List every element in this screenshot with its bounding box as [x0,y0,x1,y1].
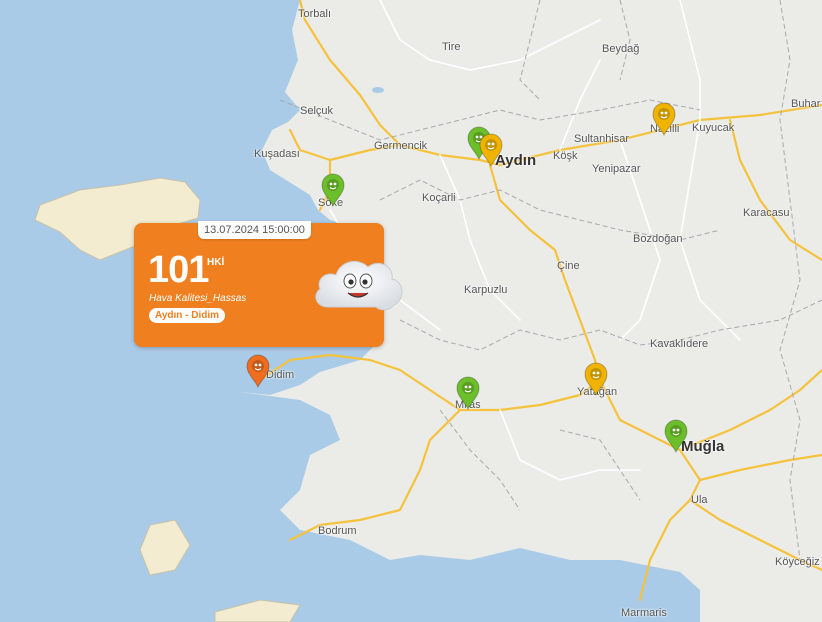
map-pin-icon [584,362,608,396]
map-view[interactable]: Torbalı Tire Beydağ Selçuk Germencik Kuş… [0,0,822,622]
place-kusadasi: Kuşadası [254,148,300,160]
popup-station-badge[interactable]: Aydın - Didim [149,308,226,323]
map-pin-icon [652,102,676,136]
place-karacasu: Karacasu [743,207,790,219]
place-kosk: Köşk [553,150,578,162]
popup-aqi-unit: HKİ [207,257,225,268]
place-marmaris: Marmaris [621,607,667,619]
lake [372,87,384,93]
popup-quality-label: Hava Kalitesi_Hassas [149,293,247,304]
place-kavaklidere: Kavaklıdere [650,338,709,350]
map-pin-icon [321,173,345,207]
place-sultanhisar: Sultanhisar [574,133,630,145]
marker-soke[interactable] [320,173,346,207]
place-ula: Ula [691,494,708,506]
place-kuyucak: Kuyucak [692,122,735,134]
place-torbali: Torbalı [298,8,332,20]
marker-mugla[interactable] [663,419,689,453]
map-pin-icon [479,133,503,167]
place-selcuk: Selçuk [300,105,334,117]
map-pin-icon [246,354,270,388]
place-karpuzlu: Karpuzlu [464,284,508,296]
place-kocarli: Koçarli [422,192,456,204]
place-bodrum: Bodrum [318,525,357,537]
air-quality-popup[interactable]: 13.07.2024 15:00:00 101 HKİ Hava Kalites… [134,221,403,347]
popup-timestamp: 13.07.2024 15:00:00 [198,221,311,239]
marker-milas[interactable] [455,376,481,410]
place-germencik: Germencik [374,140,428,152]
marker-yatagan[interactable] [583,362,609,396]
place-bozdogan: Bozdoğan [633,233,683,245]
marker-nazilli[interactable] [651,102,677,136]
place-cine: Çine [557,260,580,272]
cloud-face-icon [310,249,410,322]
popup-aqi-value: 101 [148,249,209,291]
place-tire: Tire [442,41,461,53]
place-buhar: Buhar [791,98,821,110]
place-yenipazar: Yenipazar [592,163,641,175]
marker-aydin-2[interactable] [478,133,504,167]
map-pin-icon [664,419,688,453]
marker-didim[interactable] [245,354,271,388]
place-beydag: Beydağ [602,43,640,55]
map-pin-icon [456,376,480,410]
map-base [0,0,822,622]
place-koycegiz: Köyceğiz [775,556,820,568]
